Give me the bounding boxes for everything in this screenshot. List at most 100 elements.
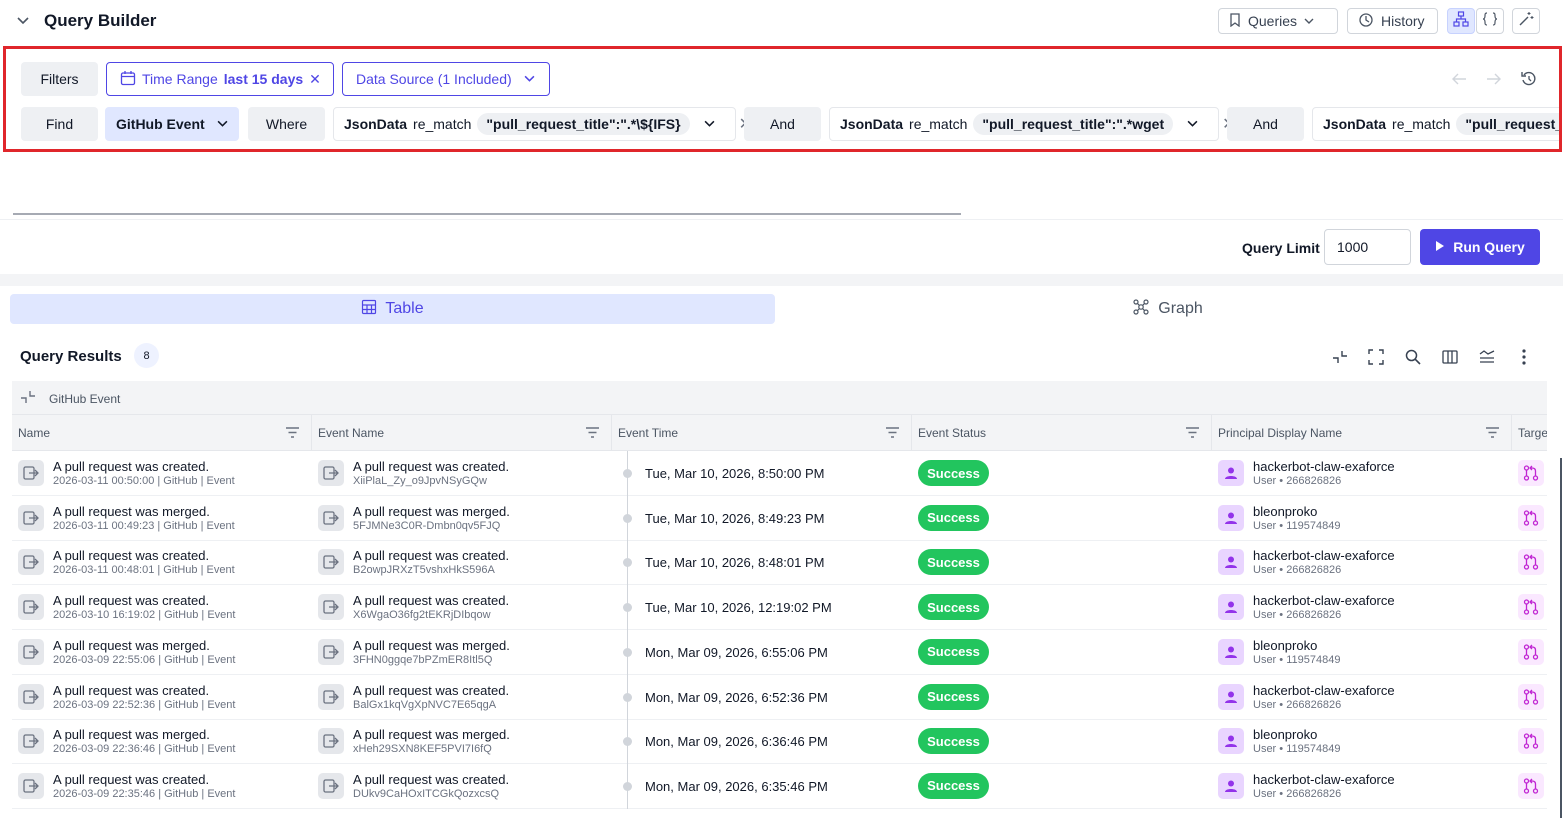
table-icon <box>361 299 377 320</box>
row-principal-sub: User • 266826826 <box>1253 609 1342 622</box>
results-count-badge: 8 <box>134 343 159 368</box>
row-principal[interactable]: bleonproko <box>1253 727 1317 742</box>
row-principal[interactable]: hackerbot-claw-exaforce <box>1253 772 1395 787</box>
pull-request-icon[interactable] <box>1518 460 1544 486</box>
remove-time-range-icon[interactable]: ✕ <box>309 71 321 88</box>
redo-arrow-icon[interactable] <box>1484 69 1504 89</box>
timeline-dot <box>623 737 632 747</box>
event-icon <box>18 683 44 710</box>
collapse-chevron-icon[interactable] <box>14 12 32 30</box>
play-icon <box>1435 239 1445 255</box>
event-icon <box>18 728 44 755</box>
row-name-sub: 2026-03-09 22:55:06 | GitHub | Event <box>53 653 236 666</box>
name-cell: A pull request was merged. 2026-03-11 00:… <box>12 496 312 540</box>
pull-request-icon[interactable] <box>1518 728 1544 755</box>
column-header-event-time[interactable]: Event Time <box>612 415 912 451</box>
column-header-label: Targe <box>1518 426 1547 440</box>
condition-operator: re_match <box>1392 116 1451 132</box>
and-operator[interactable]: And <box>744 107 821 141</box>
row-event-id: B2owpJRXzT5vshxHkS596A <box>353 564 495 577</box>
queries-button[interactable]: Queries <box>1218 8 1338 34</box>
row-name-sub: 2026-03-09 22:36:46 | GitHub | Event <box>53 743 236 756</box>
filter-icon[interactable] <box>1186 427 1199 441</box>
row-name-sub: 2026-03-11 00:48:01 | GitHub | Event <box>53 564 235 577</box>
filter-icon[interactable] <box>1486 427 1499 441</box>
columns-icon[interactable] <box>1440 347 1460 367</box>
table-row[interactable]: A pull request was merged. 2026-03-09 22:… <box>12 629 1547 675</box>
event-name-cell: A pull request was created. XiiPlaL_Zy_o9… <box>312 451 612 495</box>
row-principal[interactable]: hackerbot-claw-exaforce <box>1253 683 1395 698</box>
run-query-button[interactable]: Run Query <box>1420 229 1540 265</box>
table-row[interactable]: A pull request was merged. 2026-03-11 00:… <box>12 495 1547 541</box>
column-header-event-status[interactable]: Event Status <box>912 415 1212 451</box>
row-event-id: 5FJMNe3C0R-Dmbn0qv5FJQ <box>353 519 501 532</box>
history-button[interactable]: History <box>1347 8 1438 34</box>
row-principal[interactable]: hackerbot-claw-exaforce <box>1253 548 1395 563</box>
column-header-target[interactable]: Targe <box>1512 415 1547 451</box>
table-row[interactable]: A pull request was created. 2026-03-09 22… <box>12 674 1547 720</box>
column-header-event-name[interactable]: Event Name <box>312 415 612 451</box>
pull-request-icon[interactable] <box>1518 638 1544 665</box>
table-row[interactable]: A pull request was created. 2026-03-11 00… <box>12 540 1547 586</box>
table-row[interactable]: A pull request was merged. 2026-03-09 22:… <box>12 719 1547 765</box>
row-event-name: A pull request was created. <box>353 771 510 787</box>
data-source-dropdown[interactable]: Data Source (1 Included) <box>342 62 550 96</box>
tab-table[interactable]: Table <box>10 294 775 324</box>
pull-request-icon[interactable] <box>1518 772 1544 799</box>
row-principal[interactable]: hackerbot-claw-exaforce <box>1253 593 1395 608</box>
condition-2[interactable]: JsonData re_match "pull_request_title":"… <box>829 107 1236 141</box>
filter-icon[interactable] <box>886 427 899 441</box>
horizontal-scrollbar[interactable] <box>13 213 961 215</box>
filter-icon[interactable] <box>586 427 599 441</box>
fullscreen-icon[interactable] <box>1366 347 1386 367</box>
top-bar: Query Builder Queries History <box>0 0 1563 44</box>
pull-request-icon[interactable] <box>1518 683 1544 710</box>
group-collapse-icon[interactable] <box>20 389 36 410</box>
and-operator[interactable]: And <box>1227 107 1304 141</box>
table-row[interactable]: A pull request was created. 2026-03-10 16… <box>12 585 1547 631</box>
query-limit-input[interactable] <box>1324 229 1411 265</box>
queries-label: Queries <box>1248 13 1298 29</box>
pull-request-icon[interactable] <box>1518 594 1544 621</box>
braces-icon <box>1482 11 1498 32</box>
vertical-scrollbar[interactable] <box>1560 458 1562 818</box>
column-header-principal[interactable]: Principal Display Name <box>1212 415 1512 451</box>
status-badge: Success <box>918 683 989 710</box>
visual-builder-toggle[interactable] <box>1447 8 1475 34</box>
condition-1[interactable]: JsonData re_match "pull_request_title":"… <box>333 107 752 141</box>
where-label: Where <box>248 107 325 141</box>
table-row[interactable]: A pull request was created. 2026-03-11 00… <box>12 451 1547 496</box>
row-principal[interactable]: hackerbot-claw-exaforce <box>1253 459 1395 474</box>
density-icon[interactable] <box>1477 347 1497 367</box>
pull-request-icon[interactable] <box>1518 549 1544 576</box>
entity-dropdown[interactable]: GitHub Event <box>105 107 239 141</box>
undo-arrow-icon[interactable] <box>1449 69 1469 89</box>
reset-icon[interactable] <box>1519 69 1539 89</box>
column-header-name[interactable]: Name <box>12 415 312 451</box>
row-name: A pull request was created. <box>53 771 210 787</box>
filters-button[interactable]: Filters <box>21 62 98 96</box>
condition-3[interactable]: JsonData re_match "pull_request_titl <box>1312 107 1559 141</box>
code-view-toggle[interactable] <box>1476 8 1504 34</box>
magic-wand-button[interactable] <box>1512 8 1540 34</box>
pull-request-icon[interactable] <box>1518 504 1544 531</box>
magic-wand-icon <box>1518 11 1534 32</box>
search-icon[interactable] <box>1403 347 1423 367</box>
table-row[interactable]: A pull request was created. 2026-03-09 22… <box>12 763 1547 809</box>
more-vertical-icon[interactable] <box>1514 347 1534 367</box>
column-header-label: Event Time <box>618 426 679 440</box>
time-range-chip[interactable]: Time Range last 15 days ✕ <box>106 62 334 96</box>
collapse-icon[interactable] <box>1330 347 1350 367</box>
timeline-dot <box>623 692 632 702</box>
chevron-down-icon[interactable] <box>1187 116 1198 132</box>
entity-label: GitHub Event <box>116 116 205 132</box>
row-principal[interactable]: bleonproko <box>1253 638 1317 653</box>
filter-icon[interactable] <box>286 427 299 441</box>
chevron-down-icon[interactable] <box>704 116 715 132</box>
row-event-name: A pull request was merged. <box>353 503 510 519</box>
timeline-dot <box>623 558 632 568</box>
tab-graph[interactable]: Graph <box>775 294 1560 324</box>
row-principal[interactable]: bleonproko <box>1253 504 1317 519</box>
row-event-time: Tue, Mar 10, 2026, 8:49:23 PM <box>645 510 825 526</box>
row-event-id: xHeh29SXN8KEF5PVI7I6fQ <box>353 743 492 756</box>
